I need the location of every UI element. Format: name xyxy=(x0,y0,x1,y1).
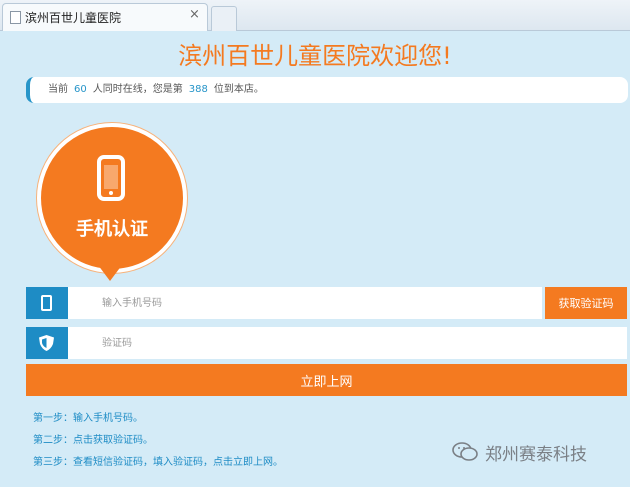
welcome-title: 滨州百世儿童医院欢迎您! xyxy=(178,42,452,70)
get-code-button[interactable]: 获取验证码 xyxy=(545,287,627,319)
online-prefix: 当前 xyxy=(48,84,68,95)
code-field-icon-box xyxy=(26,327,68,359)
online-status-bar: 当前 60 人同时在线，您是第 388 位到本店。 xyxy=(26,77,628,103)
captive-portal-page: 滨州百世儿童医院欢迎您! 当前 60 人同时在线，您是第 388 位到本店。 手机认证 … xyxy=(0,31,630,487)
new-tab-button[interactable] xyxy=(211,6,237,31)
phone-field-icon-box xyxy=(26,287,68,319)
mobile-phone-icon xyxy=(97,155,125,201)
step-2: 第二步：点击获取验证码。 xyxy=(33,435,153,446)
page-icon xyxy=(10,11,21,24)
step-1: 第一步：输入手机号码。 xyxy=(33,413,143,424)
browser-tab-bar: 滨州百世儿童医院 × xyxy=(0,0,630,31)
code-row xyxy=(26,327,627,359)
wechat-icon xyxy=(452,442,478,461)
close-icon[interactable]: × xyxy=(189,7,200,22)
verification-code-input[interactable] xyxy=(68,327,627,359)
connect-now-button[interactable]: 立即上网 xyxy=(26,364,627,396)
tab-title: 滨州百世儿童医院 xyxy=(25,11,122,25)
step-3: 第三步：查看短信验证码，填入验证码，点击立即上网。 xyxy=(33,457,283,468)
browser-tab[interactable]: 滨州百世儿童医院 × xyxy=(2,3,208,31)
online-suffix: 位到本店。 xyxy=(213,84,264,95)
watermark-text: 郑州赛泰科技 xyxy=(485,445,587,465)
visitor-rank: 388 xyxy=(188,84,208,95)
mobile-phone-icon xyxy=(41,295,52,311)
online-count: 60 xyxy=(74,84,87,95)
phone-auth-label: 手机认证 xyxy=(76,219,148,240)
phone-number-input[interactable] xyxy=(68,287,542,319)
online-middle: 人同时在线，您是第 xyxy=(92,84,183,95)
shield-icon xyxy=(39,335,54,351)
phone-auth-badge: 手机认证 xyxy=(37,123,187,273)
phone-row xyxy=(26,287,542,319)
badge-pointer xyxy=(98,265,122,281)
